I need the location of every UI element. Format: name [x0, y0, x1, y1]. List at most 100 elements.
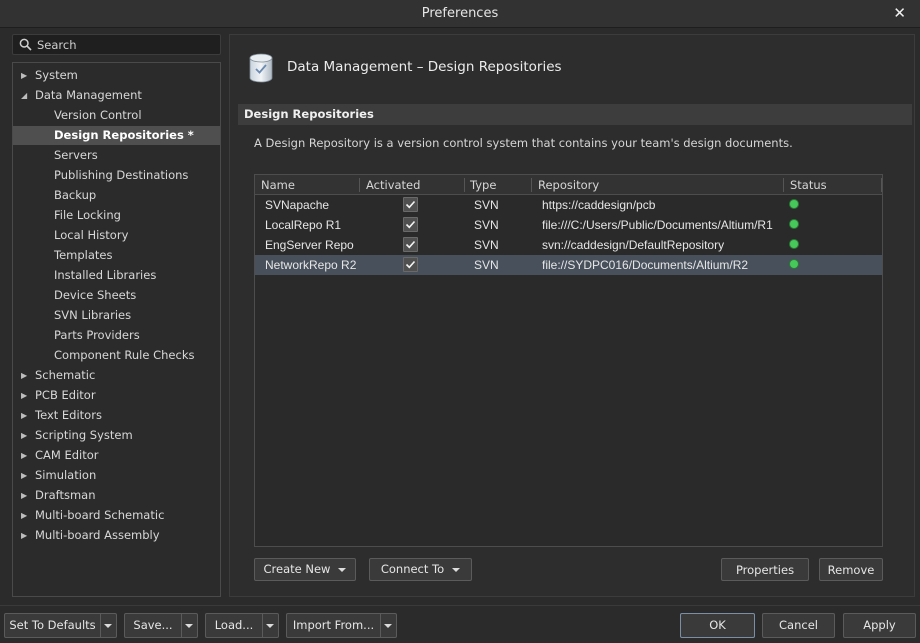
ok-button[interactable]: OK: [680, 613, 755, 638]
cancel-button[interactable]: Cancel: [762, 613, 835, 638]
checkmark-icon: [405, 260, 416, 269]
column-header-type[interactable]: Type: [470, 178, 496, 192]
chevron-down-icon: [266, 624, 274, 628]
create-new-label: Create New: [263, 562, 331, 576]
tree-item-label: Multi-board Assembly: [35, 528, 160, 542]
expand-right-icon[interactable]: ▶: [21, 486, 27, 505]
tree-item-label: Installed Libraries: [54, 268, 157, 282]
column-divider[interactable]: [783, 178, 784, 192]
chevron-down-icon: [104, 624, 112, 628]
activated-checkbox[interactable]: [403, 237, 418, 252]
tree-item-label: SVN Libraries: [54, 308, 132, 322]
tree-item-label: Component Rule Checks: [54, 348, 195, 362]
tree-item[interactable]: ▶ Schematic: [13, 366, 220, 385]
activated-checkbox[interactable]: [403, 197, 418, 212]
expand-right-icon[interactable]: ▶: [21, 366, 27, 385]
tree-item[interactable]: ▶ Simulation: [13, 466, 220, 485]
connect-to-label: Connect To: [380, 562, 445, 576]
expand-down-icon[interactable]: ◢: [21, 86, 27, 105]
apply-button[interactable]: Apply: [843, 613, 916, 638]
column-divider[interactable]: [881, 178, 882, 192]
table-row[interactable]: LocalRepo R1 SVN file:///C:/Users/Public/D…: [255, 215, 882, 235]
import-from-button[interactable]: Import From...: [286, 613, 381, 638]
expand-right-icon[interactable]: ▶: [21, 406, 27, 425]
repo-name-cell: NetworkRepo R2: [265, 258, 357, 272]
column-header-repository[interactable]: Repository: [538, 178, 599, 192]
repo-url-cell: file:///C:/Users/Public/Documents/Altium…: [542, 218, 773, 232]
status-ok-icon: [790, 240, 798, 248]
tree-item[interactable]: Servers: [13, 146, 220, 165]
expand-right-icon[interactable]: ▶: [21, 466, 27, 485]
expand-right-icon[interactable]: ▶: [21, 526, 27, 545]
chevron-down-icon: [185, 624, 193, 628]
connect-to-button[interactable]: Connect To: [369, 558, 472, 581]
remove-button[interactable]: Remove: [819, 558, 883, 581]
tree-item[interactable]: Parts Providers: [13, 326, 220, 345]
search-box[interactable]: [12, 34, 221, 55]
repo-type-cell: SVN: [474, 238, 499, 252]
tree-item[interactable]: ▶ Text Editors: [13, 406, 220, 425]
chevron-down-icon: [338, 567, 347, 572]
column-divider[interactable]: [464, 178, 465, 192]
expand-right-icon[interactable]: ▶: [21, 506, 27, 525]
tree-item[interactable]: Local History: [13, 226, 220, 245]
repo-type-cell: SVN: [474, 258, 499, 272]
tree-item[interactable]: ▶ PCB Editor: [13, 386, 220, 405]
search-input[interactable]: [37, 37, 217, 52]
import-from-split-button: Import From...: [286, 613, 398, 638]
column-divider[interactable]: [531, 178, 532, 192]
save-button[interactable]: Save...: [124, 613, 182, 638]
tree-item-label: Data Management: [35, 88, 142, 102]
column-divider[interactable]: [359, 178, 360, 192]
repo-type-cell: SVN: [474, 218, 499, 232]
tree-item[interactable]: Component Rule Checks: [13, 346, 220, 365]
database-icon: [249, 53, 273, 83]
tree-item[interactable]: Publishing Destinations: [13, 166, 220, 185]
repositories-grid: Name Activated Type Repository Status SV…: [254, 174, 883, 547]
tree-item-label: Servers: [54, 148, 98, 162]
chevron-down-icon: [384, 624, 392, 628]
repo-name-cell: SVNapache: [265, 198, 330, 212]
table-row[interactable]: NetworkRepo R2 SVN file://SYDPC016/Documen…: [255, 255, 882, 275]
tree-item[interactable]: Templates: [13, 246, 220, 265]
column-header-name[interactable]: Name: [261, 178, 295, 192]
tree-item[interactable]: ▶ Multi-board Assembly: [13, 526, 220, 545]
tree-item-label: Templates: [54, 248, 113, 262]
load-button[interactable]: Load...: [205, 613, 263, 638]
column-header-activated[interactable]: Activated: [366, 178, 420, 192]
activated-checkbox[interactable]: [403, 257, 418, 272]
tree-item[interactable]: Design Repositories *: [13, 126, 220, 145]
tree-item[interactable]: SVN Libraries: [13, 306, 220, 325]
import-from-dropdown[interactable]: [381, 613, 397, 638]
tree-item[interactable]: ▶ System: [13, 66, 220, 85]
tree-item-label: Device Sheets: [54, 288, 137, 302]
tree-item[interactable]: ◢ Data Management: [13, 86, 220, 105]
expand-right-icon[interactable]: ▶: [21, 386, 27, 405]
tree-item[interactable]: Installed Libraries: [13, 266, 220, 285]
tree-item[interactable]: ▶ Scripting System: [13, 426, 220, 445]
tree-item[interactable]: File Locking: [13, 206, 220, 225]
close-icon[interactable]: ✕: [893, 4, 906, 22]
section-description: A Design Repository is a version control…: [254, 136, 793, 150]
column-header-status[interactable]: Status: [790, 178, 827, 192]
table-row[interactable]: SVNapache SVN https://caddesign/pcb: [255, 195, 882, 215]
table-row[interactable]: EngServer Repo SVN svn://caddesign/Default…: [255, 235, 882, 255]
expand-right-icon[interactable]: ▶: [21, 66, 27, 85]
tree-item[interactable]: Version Control: [13, 106, 220, 125]
set-to-defaults-button[interactable]: Set To Defaults: [4, 613, 101, 638]
activated-checkbox[interactable]: [403, 217, 418, 232]
expand-right-icon[interactable]: ▶: [21, 426, 27, 445]
title-bar: Preferences ✕: [0, 0, 920, 28]
set-to-defaults-dropdown[interactable]: [101, 613, 117, 638]
load-dropdown[interactable]: [263, 613, 279, 638]
tree-item[interactable]: ▶ Draftsman: [13, 486, 220, 505]
expand-right-icon[interactable]: ▶: [21, 446, 27, 465]
tree-item[interactable]: Device Sheets: [13, 286, 220, 305]
tree-item[interactable]: ▶ CAM Editor: [13, 446, 220, 465]
save-dropdown[interactable]: [182, 613, 198, 638]
tree-item[interactable]: Backup: [13, 186, 220, 205]
properties-button[interactable]: Properties: [721, 558, 809, 581]
tree-item-label: Publishing Destinations: [54, 168, 189, 182]
tree-item[interactable]: ▶ Multi-board Schematic: [13, 506, 220, 525]
create-new-button[interactable]: Create New: [254, 558, 356, 581]
